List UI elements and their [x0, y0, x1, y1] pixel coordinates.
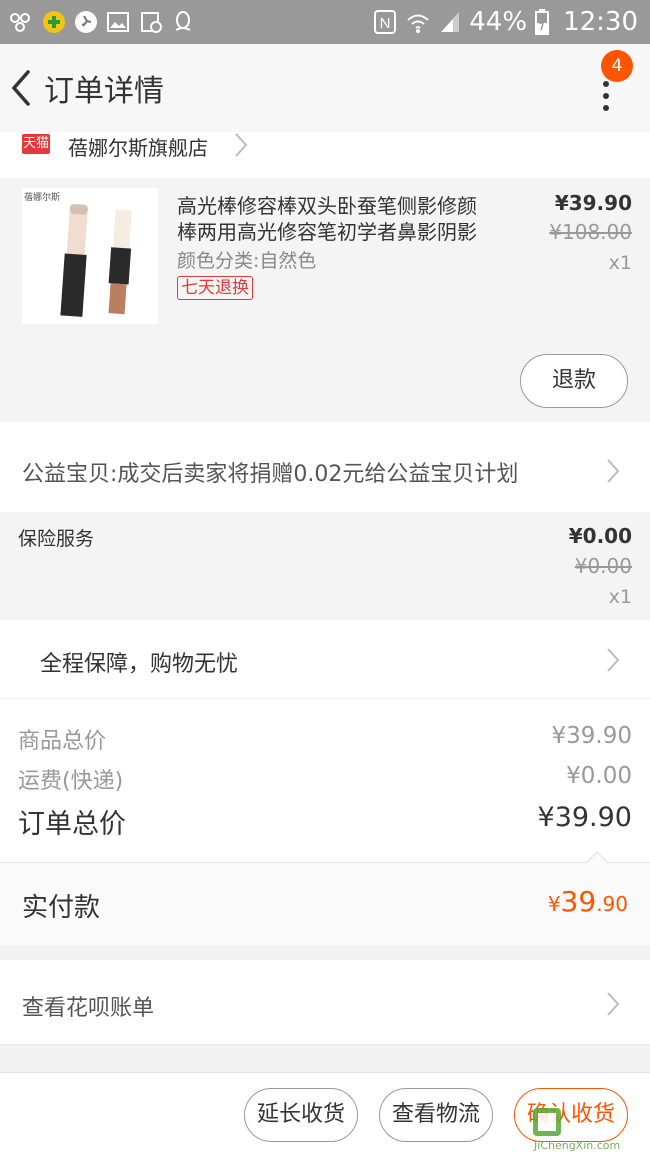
- battery-icon: [535, 9, 550, 35]
- tmall-tag: 天猫: [22, 134, 50, 154]
- paid-currency: ¥: [547, 892, 561, 916]
- shop-row[interactable]: 天猫 蓓娜尔斯旗舰店: [0, 132, 650, 178]
- watermark-logo-icon: [533, 1108, 561, 1136]
- insurance-label: 保险服务: [18, 528, 95, 550]
- paid-integer: 39: [560, 885, 597, 918]
- game-icon: [43, 11, 65, 33]
- chevron-right-icon: [607, 459, 620, 483]
- battery-percent: 44%: [469, 7, 528, 37]
- wifi-icon: [407, 14, 429, 33]
- back-arrow-icon[interactable]: [6, 66, 36, 110]
- calendar-clock-icon: [141, 12, 162, 33]
- chevron-right-icon: [607, 648, 620, 672]
- chevron-right-icon: [235, 133, 248, 157]
- paid-amount-row: 实付款 ¥39.90: [0, 851, 650, 945]
- product-title-line2: 棒两用高光修容笔初学者鼻影阴影: [177, 220, 477, 244]
- chevron-right-icon: [607, 992, 620, 1016]
- view-logistics-button[interactable]: 查看物流: [379, 1088, 493, 1142]
- svg-text:N: N: [380, 15, 391, 32]
- gallery-icon: [107, 12, 129, 32]
- huabei-bill-text: 查看花呗账单: [22, 996, 155, 1021]
- shop-name: 蓓娜尔斯旗舰店: [68, 136, 208, 160]
- app-icon: [10, 13, 30, 32]
- page-title: 订单详情: [44, 74, 164, 109]
- item-original-price: ¥108.00: [549, 220, 632, 244]
- insurance-quantity: x1: [608, 586, 632, 608]
- watermark-text: JiChengXin.com: [534, 1139, 621, 1152]
- nfc-icon: N: [374, 10, 397, 34]
- insurance-original-price: ¥0.00: [574, 554, 632, 578]
- goods-total-value: ¥39.90: [551, 723, 632, 749]
- refund-button[interactable]: 退款: [520, 354, 628, 408]
- charity-text: 公益宝贝:成交后卖家将捐赠0.02元给公益宝贝计划: [22, 462, 519, 487]
- order-total-label: 订单总价: [18, 809, 126, 840]
- paid-label: 实付款: [22, 893, 101, 923]
- signal-icon: [441, 12, 460, 32]
- status-bar: N 44% 12:30: [0, 0, 650, 44]
- sku-text: 颜色分类:自然色: [177, 250, 317, 272]
- navigation-bar: 订单详情 4: [0, 44, 650, 132]
- shipping-label: 运费(快递): [18, 769, 124, 794]
- extend-receipt-button[interactable]: 延长收货: [244, 1088, 358, 1142]
- product-title-line1: 高光棒修容棒双头卧蚕笔侧影修颜: [177, 194, 477, 218]
- watermark: JiChengXin.com: [532, 1107, 648, 1154]
- runner-icon: [75, 11, 97, 33]
- goods-total-label: 商品总价: [18, 729, 107, 754]
- notification-badge: 4: [601, 50, 633, 82]
- insurance-row: 保险服务 ¥0.00 ¥0.00 x1: [0, 512, 650, 620]
- qq-icon: [175, 11, 191, 31]
- thumbnail-brand-text: 蓓娜尔斯: [24, 193, 61, 203]
- paid-value: ¥39.90: [548, 885, 628, 918]
- insurance-price: ¥0.00: [568, 524, 632, 548]
- guarantee-row[interactable]: 全程保障，购物无忧: [0, 620, 650, 699]
- item-price: ¥39.90: [554, 191, 632, 215]
- order-total-value: ¥39.90: [537, 802, 632, 833]
- pointer-caret: [586, 851, 608, 863]
- makeup-stick-image: [60, 204, 132, 317]
- charity-row[interactable]: 公益宝贝:成交后卖家将捐赠0.02元给公益宝贝计划: [0, 422, 650, 512]
- seven-day-return-tag: 七天退换: [177, 276, 253, 300]
- price-summary: 商品总价 ¥39.90 运费(快递) ¥0.00 订单总价 ¥39.90: [0, 699, 650, 862]
- bottom-action-bar: 延长收货 查看物流 确认收货 JiChengXin.com: [0, 1072, 650, 1156]
- shipping-value: ¥0.00: [566, 763, 632, 789]
- order-item[interactable]: 蓓娜尔斯 高光棒修容棒双头卧蚕笔侧影修颜 棒两用高光修容笔初学者鼻影阴影 颜色分…: [0, 180, 650, 422]
- paid-decimal: .90: [596, 892, 628, 916]
- product-thumbnail[interactable]: 蓓娜尔斯: [22, 188, 158, 324]
- clock: 12:30: [563, 7, 638, 37]
- item-quantity: x1: [608, 252, 632, 274]
- huabei-bill-row[interactable]: 查看花呗账单: [0, 960, 650, 1045]
- guarantee-text: 全程保障，购物无忧: [40, 652, 239, 677]
